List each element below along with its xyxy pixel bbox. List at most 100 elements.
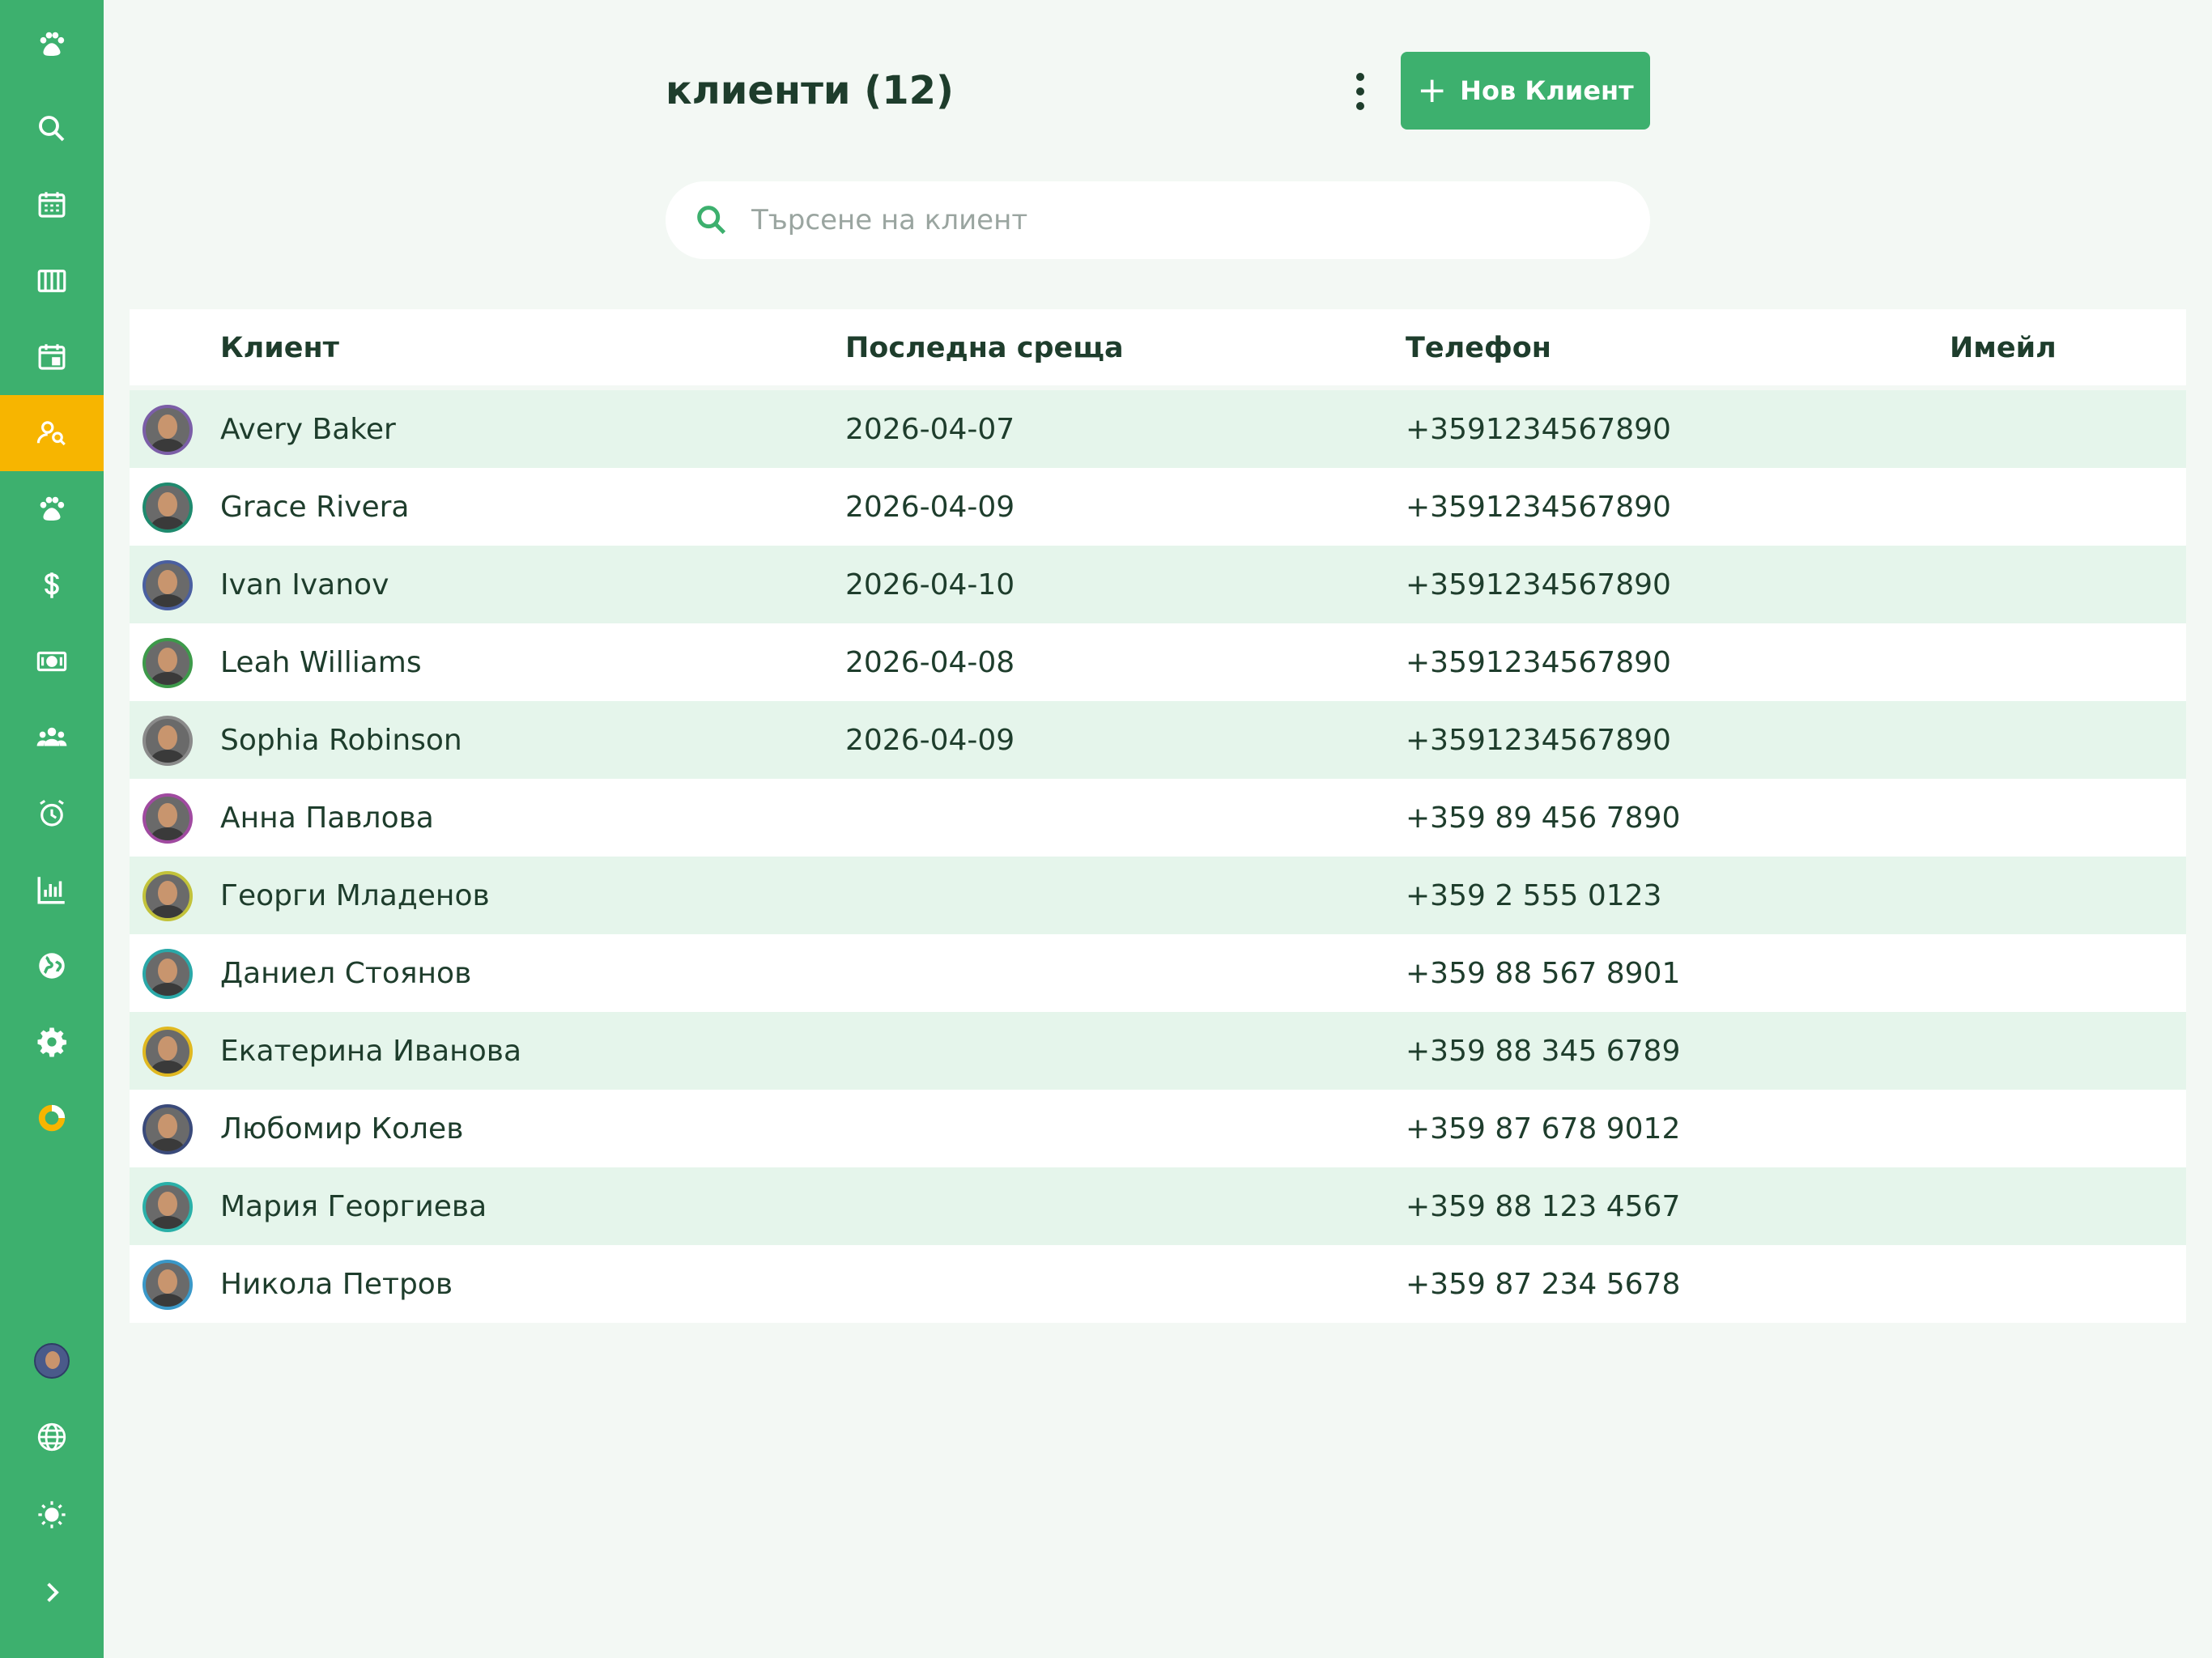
client-avatar xyxy=(143,560,193,610)
sidebar-item-calendar[interactable] xyxy=(0,167,104,243)
client-phone: +359 87 678 9012 xyxy=(1406,1112,1681,1146)
client-name: Никола Петров xyxy=(220,1268,453,1301)
client-name: Даниел Стоянов xyxy=(220,957,472,990)
table-row[interactable]: Avery Baker 2026-04-07 +3591234567890 xyxy=(130,390,2186,468)
client-avatar xyxy=(143,1104,193,1154)
calendar-grid-icon xyxy=(38,192,66,218)
globe-icon xyxy=(39,953,65,979)
client-avatar xyxy=(143,1027,193,1077)
paw-icon xyxy=(40,496,65,521)
sidebar-item-settings[interactable] xyxy=(0,1004,104,1080)
client-phone: +3591234567890 xyxy=(1406,568,1671,602)
client-name: Анна Павлова xyxy=(220,801,434,835)
dollar-icon xyxy=(45,572,59,598)
client-name: Sophia Robinson xyxy=(220,724,462,757)
table-row[interactable]: Ivan Ivanov 2026-04-10 +3591234567890 xyxy=(130,546,2186,623)
new-client-label: Нов Клиент xyxy=(1460,75,1634,106)
chevron-right-icon xyxy=(47,1583,59,1602)
column-header-email[interactable]: Имейл xyxy=(1950,332,2057,364)
sidebar-item-clients[interactable] xyxy=(0,395,104,471)
client-phone: +3591234567890 xyxy=(1406,413,1671,446)
sidebar-logo[interactable] xyxy=(0,6,104,83)
client-avatar xyxy=(143,483,193,533)
sidebar-item-website[interactable] xyxy=(0,928,104,1004)
client-phone: +359 88 345 6789 xyxy=(1406,1035,1681,1068)
client-avatar xyxy=(143,405,193,455)
sidebar-item-status[interactable] xyxy=(0,1080,104,1156)
client-name: Ivan Ivanov xyxy=(220,568,389,602)
clients-table: Клиент Последна среща Телефон Имейл Aver… xyxy=(130,309,2186,1323)
client-avatar xyxy=(143,949,193,999)
sidebar-user[interactable] xyxy=(0,1323,104,1399)
column-header-client[interactable]: Клиент xyxy=(220,332,339,364)
last-meeting-date: 2026-04-09 xyxy=(845,724,1015,757)
more-vertical-icon xyxy=(1356,73,1364,81)
sidebar-language[interactable] xyxy=(0,1399,104,1475)
client-avatar xyxy=(143,1182,193,1232)
client-avatar xyxy=(143,638,193,688)
more-options-button[interactable] xyxy=(1342,66,1378,117)
table-row[interactable]: Анна Павлова +359 89 456 7890 xyxy=(130,779,2186,857)
gear-icon xyxy=(37,1027,67,1057)
table-body: Avery Baker 2026-04-07 +3591234567890 Grace… xyxy=(130,390,2186,1323)
client-avatar xyxy=(143,1260,193,1310)
last-meeting-date: 2026-04-08 xyxy=(845,646,1015,679)
cash-icon xyxy=(36,651,67,672)
table-header: Клиент Последна среща Телефон Имейл xyxy=(130,309,2186,385)
search-bar[interactable] xyxy=(666,181,1650,259)
table-row[interactable]: Leah Williams 2026-04-08 +3591234567890 xyxy=(130,623,2186,701)
bar-chart-icon xyxy=(37,877,65,904)
sidebar-item-search[interactable] xyxy=(0,91,104,167)
sidebar-item-board[interactable] xyxy=(0,243,104,319)
table-row[interactable]: Никола Петров +359 87 234 5678 xyxy=(130,1245,2186,1323)
client-avatar xyxy=(143,716,193,766)
last-meeting-date: 2026-04-07 xyxy=(845,413,1015,446)
client-name: Leah Williams xyxy=(220,646,422,679)
plus-icon: + xyxy=(1417,70,1448,111)
sidebar-expand[interactable] xyxy=(0,1554,104,1630)
columns-icon xyxy=(37,270,66,292)
column-header-last-meeting[interactable]: Последна среща xyxy=(845,332,1124,364)
last-meeting-date: 2026-04-09 xyxy=(845,491,1015,524)
client-avatar xyxy=(143,871,193,921)
table-row[interactable]: Grace Rivera 2026-04-09 +3591234567890 xyxy=(130,468,2186,546)
column-header-phone[interactable]: Телефон xyxy=(1406,332,1551,364)
sidebar-theme[interactable] xyxy=(0,1477,104,1553)
calendar-day-icon xyxy=(38,344,66,370)
client-name: Екатерина Иванова xyxy=(220,1035,522,1068)
sidebar-item-day[interactable] xyxy=(0,319,104,395)
sidebar-item-payments[interactable] xyxy=(0,623,104,699)
client-search-icon xyxy=(36,421,66,446)
sidebar-item-prices[interactable] xyxy=(0,547,104,623)
client-name: Любомир Колев xyxy=(220,1112,464,1146)
sidebar-item-reports[interactable] xyxy=(0,852,104,928)
client-phone: +359 2 555 0123 xyxy=(1406,879,1662,912)
group-icon xyxy=(36,727,67,746)
client-phone: +3591234567890 xyxy=(1406,724,1671,757)
sun-icon xyxy=(38,1501,66,1528)
table-row[interactable]: Мария Георгиева +359 88 123 4567 xyxy=(130,1167,2186,1245)
table-row[interactable]: Даниел Стоянов +359 88 567 8901 xyxy=(130,934,2186,1012)
donut-icon xyxy=(38,1104,66,1132)
client-phone: +359 87 234 5678 xyxy=(1406,1268,1681,1301)
client-name: Мария Георгиева xyxy=(220,1190,487,1223)
table-row[interactable]: Екатерина Иванова +359 88 345 6789 xyxy=(130,1012,2186,1090)
table-row[interactable]: Sophia Robinson 2026-04-09 +3591234567890 xyxy=(130,701,2186,779)
new-client-button[interactable]: + Нов Клиент xyxy=(1401,52,1650,130)
search-input[interactable] xyxy=(751,204,1561,236)
client-phone: +359 88 123 4567 xyxy=(1406,1190,1681,1223)
last-meeting-date: 2026-04-10 xyxy=(845,568,1015,602)
alarm-icon xyxy=(40,799,64,827)
search-icon xyxy=(39,116,65,142)
table-row[interactable]: Георги Младенов +359 2 555 0123 xyxy=(130,857,2186,934)
client-phone: +3591234567890 xyxy=(1406,491,1671,524)
client-name: Avery Baker xyxy=(220,413,396,446)
language-globe-icon xyxy=(37,1422,66,1452)
table-row[interactable]: Любомир Колев +359 87 678 9012 xyxy=(130,1090,2186,1167)
client-name: Grace Rivera xyxy=(220,491,410,524)
sidebar-item-team[interactable] xyxy=(0,699,104,776)
sidebar-item-reminders[interactable] xyxy=(0,776,104,852)
client-phone: +359 89 456 7890 xyxy=(1406,801,1681,835)
client-phone: +3591234567890 xyxy=(1406,646,1671,679)
sidebar-item-pets[interactable] xyxy=(0,471,104,547)
